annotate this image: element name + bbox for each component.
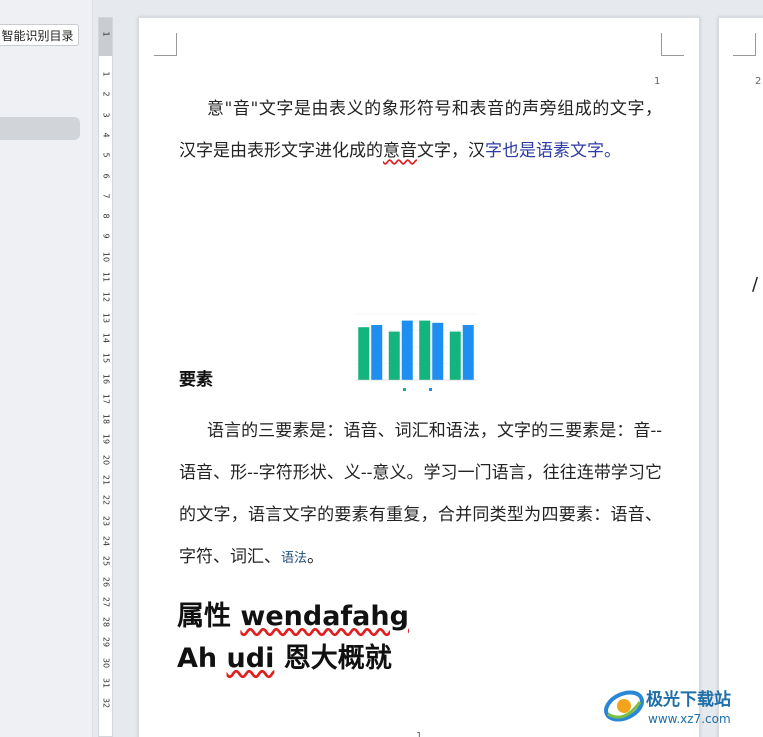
ruler-number: 16 (101, 373, 111, 384)
margin-corner-top-left (733, 33, 756, 56)
chart-bar (358, 327, 370, 380)
ruler-number: 7 (101, 193, 111, 199)
heading-line-1[interactable]: 属性 wendafahg (177, 594, 409, 633)
ruler-number: 1 (101, 31, 111, 37)
ruler-number: 1 (101, 71, 111, 77)
chart-bar (462, 325, 474, 380)
paragraph-1[interactable]: 意"音"文字是由表义的象形符号和表音的声旁组成的文字，汉字是由表形文字进化成的意… (179, 88, 662, 172)
ruler-number: 29 (101, 637, 111, 648)
chart-bar (388, 331, 400, 380)
ruler-number: 30 (101, 657, 111, 668)
para1-spellcheck-word: 意音 (383, 141, 417, 161)
chart-bar (401, 320, 413, 380)
para2-text-end: 。 (307, 547, 325, 567)
chart-legend-marker (429, 388, 432, 391)
ruler-number: 15 (101, 353, 111, 364)
page-number-top: 1 (654, 76, 661, 87)
ruler-number: 8 (101, 213, 111, 219)
section-heading[interactable]: 要素 (179, 365, 213, 390)
ruler-number: 18 (101, 414, 111, 425)
heading-line-2[interactable]: Ah udi 恩大概就 (177, 636, 392, 675)
paragraph-2[interactable]: 语言的三要素是：语音、词汇和语法，文字的三要素是：音--语音、形--字符形状、义… (179, 410, 662, 580)
embedded-bar-chart[interactable] (351, 310, 487, 394)
ruler-number: 31 (101, 677, 111, 689)
para1-text-b: 文字，汉 (417, 141, 485, 161)
site-watermark: 极光下载站 www.xz7.com (602, 680, 762, 735)
para2-blue-text: 语法 (281, 551, 308, 566)
ruler-number: 14 (101, 332, 111, 343)
watermark-logo-icon (604, 690, 644, 722)
ruler-number: 26 (101, 576, 111, 587)
ruler-number: 22 (101, 495, 111, 506)
page2-text-fragment: / (752, 274, 759, 295)
ruler-number: 9 (101, 233, 111, 239)
page2-number-top: 2 (755, 76, 762, 87)
chart-bar (449, 331, 461, 380)
document-page-1[interactable]: 1 意"音"文字是由表义的象形符号和表音的声旁组成的文字，汉字是由表形文字进化成… (138, 17, 700, 737)
heading1-text: 属性 (177, 601, 241, 632)
document-page-2[interactable]: 2 / (718, 17, 763, 737)
heading2-text-b: 恩大概就 (274, 643, 392, 674)
ruler-number: 10 (101, 251, 111, 262)
chart-legend-marker (403, 388, 406, 391)
watermark-title: 极光下载站 (646, 690, 731, 710)
ruler-number: 6 (101, 172, 111, 179)
ruler-number: 5 (101, 152, 111, 158)
ruler-number: 21 (101, 474, 111, 486)
ruler-number: 2 (101, 91, 111, 97)
ruler-number: 28 (101, 617, 111, 628)
navigation-panel: 智能识别目录 (0, 0, 93, 737)
smart-toc-button[interactable]: 智能识别目录 (0, 24, 79, 46)
ruler-number: 17 (101, 393, 111, 404)
ruler-number: 13 (101, 312, 111, 323)
ruler-number: 11 (101, 271, 111, 283)
watermark-url: www.xz7.com (648, 712, 731, 726)
ruler-number: 4 (101, 132, 111, 138)
ruler-number: 32 (101, 698, 111, 709)
ruler-number: 23 (101, 515, 111, 526)
para1-blue-text: 字也是语素文字。 (485, 141, 621, 161)
margin-corner-top-left (154, 33, 177, 56)
chart-bar (419, 320, 431, 380)
ruler-number: 24 (101, 535, 111, 546)
margin-corner-top-right (661, 33, 684, 56)
nav-selected-item[interactable] (0, 117, 80, 140)
heading2-spellcheck-word: udi (226, 643, 275, 674)
page-number-bottom: 1 (416, 731, 423, 737)
ruler-number: 19 (101, 434, 111, 445)
vertical-ruler[interactable]: 1 1 2 3 4 5 6 7 8 9 10 11 12 13 14 15 16 17 18 19 20 21 22 23 24… (98, 17, 113, 737)
chart-bar (432, 322, 444, 380)
heading2-text: Ah (177, 643, 227, 674)
ruler-number: 3 (101, 112, 111, 118)
ruler-number: 27 (101, 596, 111, 607)
para2-text: 语言的三要素是：语音、词汇和语法，文字的三要素是：音--语音、形--字符形状、义… (179, 421, 662, 567)
ruler-number: 25 (101, 556, 111, 567)
chart-bar (371, 325, 383, 380)
ruler-number: 20 (101, 454, 111, 465)
ruler-number: 12 (101, 292, 111, 303)
heading1-spellcheck-word: wendafahg (240, 601, 409, 632)
